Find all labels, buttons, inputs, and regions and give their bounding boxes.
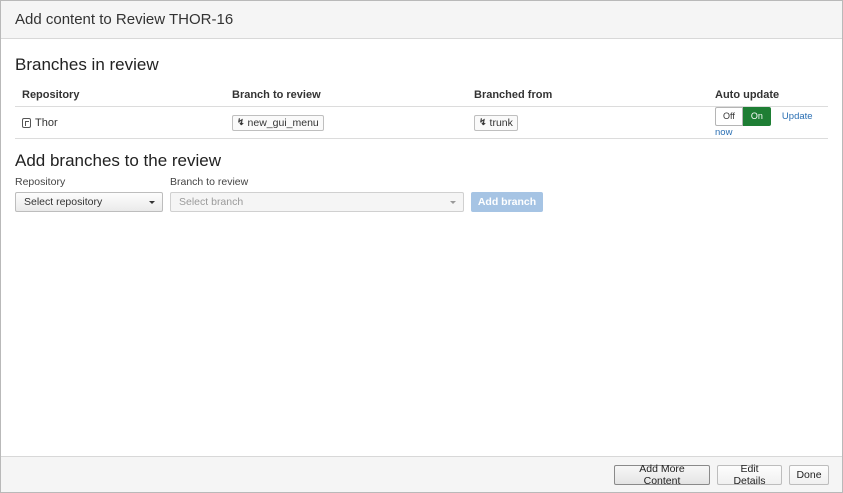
branch-name: new_gui_menu <box>247 116 319 129</box>
auto-update-toggle[interactable]: Off On <box>715 107 771 126</box>
repository-label: Repository <box>15 176 66 188</box>
repository-cell: Thor <box>15 106 225 139</box>
branches-in-review-heading: Branches in review <box>15 55 159 74</box>
add-branches-heading: Add branches to the review <box>15 151 222 170</box>
auto-update-off-button[interactable]: Off <box>715 107 743 126</box>
chevron-down-icon <box>450 201 456 204</box>
add-more-content-button[interactable]: Add More Content <box>614 463 710 487</box>
column-header-branched-from: Branched from <box>467 84 708 107</box>
branch-to-review-label: Branch to review <box>170 176 249 188</box>
done-button[interactable]: Done <box>789 465 829 485</box>
repository-select[interactable]: Select repository <box>15 192 163 212</box>
column-header-repository: Repository <box>15 84 225 107</box>
branch-icon: ↯ <box>237 117 245 127</box>
branch-select-value: Select branch <box>179 196 244 208</box>
dialog-header: Add content to Review THOR-16 <box>1 1 842 39</box>
add-content-dialog: Add content to Review THOR-16 Branches i… <box>0 0 843 493</box>
branched-from-name: trunk <box>489 116 513 129</box>
column-header-branch: Branch to review <box>225 84 467 107</box>
repository-icon <box>22 117 31 128</box>
branch-chip: ↯ new_gui_menu <box>232 114 324 131</box>
chevron-down-icon <box>149 201 155 204</box>
repository-select-value: Select repository <box>24 196 103 208</box>
branch-cell: ↯ new_gui_menu <box>225 106 467 139</box>
auto-update-cell: Off On Update now <box>708 106 828 139</box>
branched-from-chip: ↯ trunk <box>474 114 518 131</box>
dialog-title: Add content to Review THOR-16 <box>15 11 234 28</box>
branches-table: Repository Branch to review Branched fro… <box>15 84 828 139</box>
branch-icon: ↯ <box>479 117 487 127</box>
repository-name: Thor <box>35 116 58 129</box>
table-header-row: Repository Branch to review Branched fro… <box>15 84 828 107</box>
branched-from-cell: ↯ trunk <box>467 106 708 139</box>
column-header-auto-update: Auto update <box>708 84 828 107</box>
dialog-footer: Add More Content Edit Details Done <box>1 456 842 492</box>
auto-update-on-button[interactable]: On <box>742 107 771 126</box>
edit-details-button[interactable]: Edit Details <box>717 463 782 487</box>
branch-select[interactable]: Select branch <box>170 192 464 212</box>
table-row: Thor ↯ new_gui_menu ↯ trunk Off On Updat… <box>15 106 828 139</box>
add-branch-button[interactable]: Add branch <box>471 192 543 212</box>
